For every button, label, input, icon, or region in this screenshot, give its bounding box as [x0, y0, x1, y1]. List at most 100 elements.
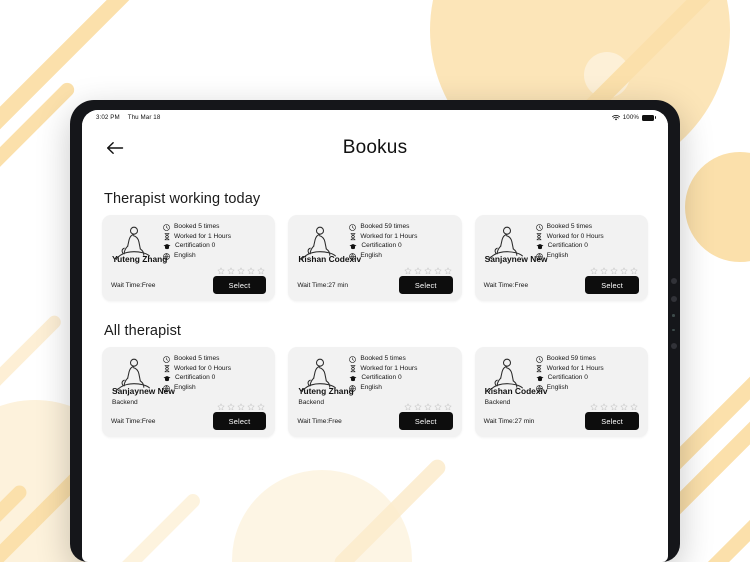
section-title-all: All therapist: [104, 323, 182, 339]
fact-label: Booked 5 times: [360, 355, 406, 363]
clock-icon: [535, 356, 543, 363]
graduation-cap-icon: [349, 243, 357, 250]
hourglass-icon: [349, 233, 356, 241]
clock-icon: [535, 224, 543, 231]
therapist-name: Sanjaynew New: [484, 254, 548, 264]
therapist-card[interactable]: Booked 5 times Worked for 1 Hours Certif…: [288, 347, 462, 437]
star-outline-icon: [227, 403, 235, 411]
select-button[interactable]: Select: [212, 276, 267, 294]
fact-label: Worked for 1 Hours: [360, 364, 418, 372]
star-outline-icon: [247, 403, 255, 411]
decor-stripe-9: [0, 312, 64, 408]
star-outline-icon: [424, 267, 432, 275]
select-button[interactable]: Select: [398, 276, 453, 294]
wait-time-label: Wait Time:Free: [111, 417, 156, 425]
fact-label: Certification 0: [547, 242, 588, 250]
therapist-card-row-today: Booked 5 times Worked for 1 Hours Certif…: [102, 215, 648, 301]
fact-booked: Booked 5 times: [163, 224, 266, 231]
fact-label: Certification 0: [361, 242, 402, 250]
back-button[interactable]: [104, 137, 126, 159]
star-outline-icon: [237, 267, 245, 275]
therapist-card[interactable]: Booked 59 times Worked for 1 Hours Certi…: [288, 215, 462, 301]
battery-percent-label: 100%: [622, 114, 639, 121]
star-outline-icon: [600, 267, 608, 275]
fact-label: Worked for 1 Hours: [546, 364, 604, 372]
select-button[interactable]: Select: [212, 412, 267, 430]
fact-label: Booked 59 times: [546, 355, 596, 363]
fact-certification: Certification 0: [163, 243, 266, 250]
star-outline-icon: [610, 267, 618, 275]
star-outline-icon: [404, 267, 412, 275]
clock-icon: [349, 224, 357, 231]
fact-certification: Certification 0: [536, 243, 639, 250]
status-bar-left: 3:02 PM Thu Mar 18: [96, 114, 160, 121]
status-bar-right: 100%: [611, 114, 657, 121]
fact-booked: Booked 5 times: [535, 223, 639, 231]
star-outline-icon: [444, 403, 452, 411]
graduation-cap-icon: [536, 375, 544, 382]
decor-stripe-6: [681, 510, 750, 562]
therapist-card[interactable]: Booked 5 times Worked for 1 Hours Certif…: [102, 215, 276, 301]
star-outline-icon: [630, 267, 638, 275]
star-outline-icon: [610, 403, 618, 411]
wait-time-label: Wait Time:Free: [111, 281, 156, 289]
rating-stars[interactable]: [404, 267, 452, 275]
rating-stars[interactable]: [217, 267, 265, 275]
tablet-screen: 3:02 PM Thu Mar 18 100% Bookus Therapist…: [82, 110, 668, 562]
graduation-cap-icon: [163, 375, 171, 382]
decor-circle-right: [685, 152, 750, 262]
star-outline-icon: [600, 403, 608, 411]
fact-worked: Worked for 1 Hours: [536, 364, 639, 373]
clock-icon: [163, 224, 170, 231]
arrow-left-icon: [107, 142, 124, 154]
select-button[interactable]: Select: [398, 412, 453, 430]
fact-certification: Certification 0: [349, 375, 452, 382]
hourglass-icon: [349, 365, 356, 373]
select-button[interactable]: Select: [585, 412, 639, 430]
star-outline-icon: [630, 403, 638, 411]
rating-stars[interactable]: [590, 403, 638, 411]
rating-stars[interactable]: [404, 403, 452, 411]
fact-worked: Worked for 0 Hours: [536, 232, 639, 241]
hourglass-icon: [163, 233, 170, 241]
hourglass-icon: [163, 365, 170, 373]
page-title: Bookus: [342, 137, 408, 158]
fact-label: Booked 5 times: [174, 223, 220, 231]
star-outline-icon: [404, 403, 412, 411]
sensor-dot-icon: [672, 314, 675, 317]
fact-certification: Certification 0: [349, 243, 452, 250]
fact-label: Certification 0: [547, 374, 588, 382]
fact-booked: Booked 5 times: [163, 356, 266, 363]
therapist-card[interactable]: Booked 5 times Worked for 0 Hours Certif…: [474, 215, 648, 301]
rating-stars[interactable]: [590, 267, 638, 275]
select-button[interactable]: Select: [585, 276, 639, 294]
camera-dot-icon: [670, 343, 677, 349]
fact-worked: Worked for 1 Hours: [349, 232, 452, 241]
fact-label: Certification 0: [175, 242, 216, 250]
fact-worked: Worked for 1 Hours: [163, 233, 266, 241]
star-outline-icon: [434, 403, 442, 411]
star-outline-icon: [227, 267, 235, 275]
wifi-icon: [611, 114, 620, 121]
therapist-card[interactable]: Booked 5 times Worked for 0 Hours Certif…: [102, 347, 276, 437]
star-outline-icon: [217, 403, 225, 411]
star-outline-icon: [217, 267, 225, 275]
fact-label: Booked 5 times: [174, 355, 220, 363]
app-header: Bookus: [82, 125, 668, 171]
camera-dot-icon: [670, 278, 677, 284]
fact-booked: Booked 59 times: [349, 224, 452, 231]
status-bar: 3:02 PM Thu Mar 18 100%: [82, 110, 668, 125]
battery-full-icon: [642, 114, 657, 121]
tablet-device-frame: 3:02 PM Thu Mar 18 100% Bookus Therapist…: [70, 100, 680, 562]
fact-label: Worked for 0 Hours: [546, 232, 604, 240]
fact-label: Booked 5 times: [546, 223, 593, 231]
clock-icon: [163, 356, 170, 363]
rating-stars[interactable]: [217, 403, 265, 411]
star-outline-icon: [257, 267, 265, 275]
therapist-card[interactable]: Booked 59 times Worked for 1 Hours Certi…: [474, 347, 648, 437]
fact-worked: Worked for 0 Hours: [163, 365, 266, 373]
sensor-dot-icon: [672, 328, 675, 331]
fact-label: Worked for 1 Hours: [360, 232, 418, 240]
camera-dot-icon: [670, 296, 677, 302]
wait-time-label: Wait Time:27 min: [483, 417, 535, 425]
